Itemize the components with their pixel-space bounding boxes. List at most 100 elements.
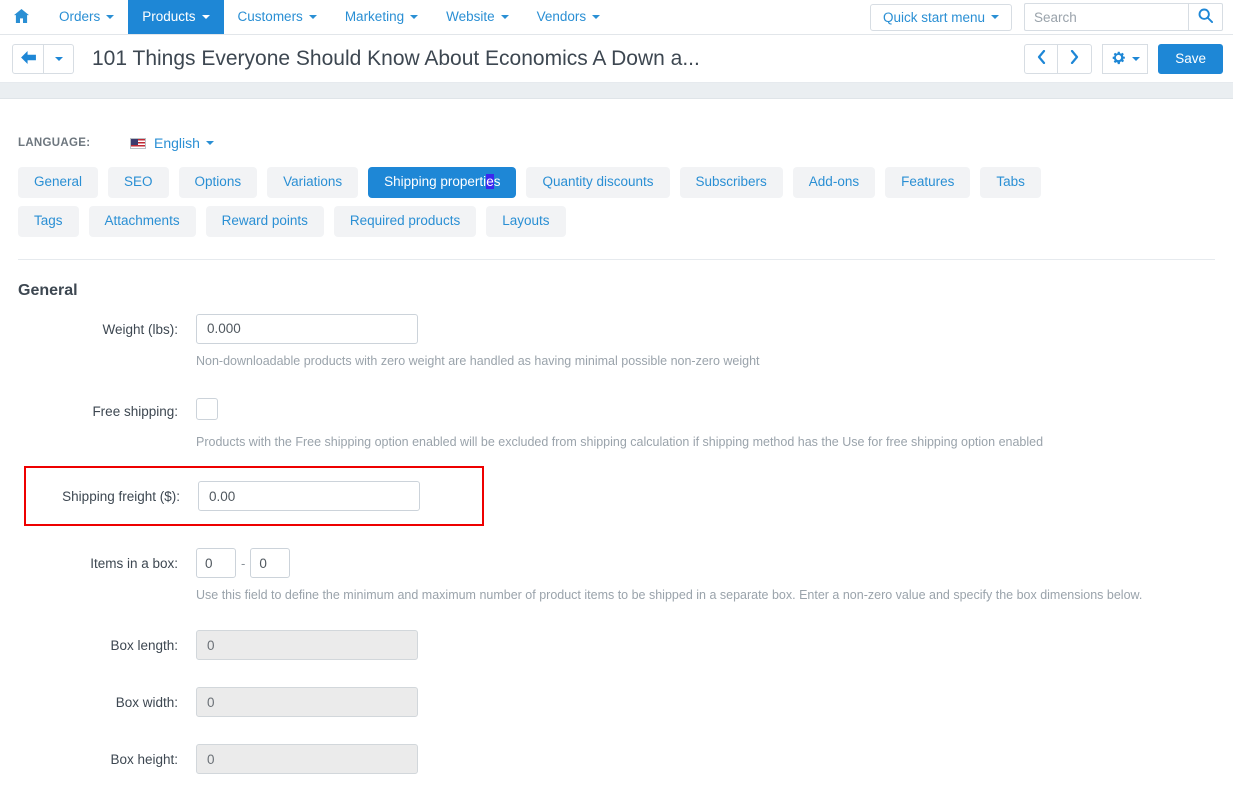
quick-start-menu-button[interactable]: Quick start menu xyxy=(869,3,1012,31)
row-spacer xyxy=(18,660,1215,687)
gear-icon xyxy=(1111,50,1126,68)
caret-down-icon xyxy=(410,15,419,19)
us-flag-icon xyxy=(130,137,146,149)
row-spacer xyxy=(18,603,1215,630)
box-length-label: Box length: xyxy=(110,638,178,654)
row-spacer xyxy=(18,369,1215,396)
settings-dropdown-button[interactable] xyxy=(1102,43,1149,74)
home-icon xyxy=(14,8,29,26)
tab-shipping-properties[interactable]: Shipping properties xyxy=(368,167,517,198)
next-item-button[interactable] xyxy=(1058,43,1093,74)
caret-down-icon xyxy=(54,56,63,61)
nav-item-website[interactable]: Website xyxy=(432,0,523,34)
section-title-general: General xyxy=(18,281,78,299)
items-in-a-box-max-input[interactable] xyxy=(250,548,291,579)
search-box xyxy=(1024,3,1223,31)
tab-seo[interactable]: SEO xyxy=(108,167,169,198)
text-selection-highlight: e xyxy=(486,174,494,189)
tab-tabs[interactable]: Tabs xyxy=(980,167,1041,198)
nav-label: Customers xyxy=(237,9,303,25)
box-width-label: Box width: xyxy=(115,695,178,711)
nav-item-products[interactable]: Products xyxy=(128,0,224,34)
row-spacer xyxy=(18,717,1215,744)
free-shipping-field-group: Products with the Free shipping option e… xyxy=(196,396,1215,450)
box-height-row: Box height: xyxy=(18,744,1215,775)
pagination-button-group xyxy=(1024,43,1093,74)
caret-down-icon xyxy=(1131,56,1140,61)
free-shipping-label: Free shipping: xyxy=(92,403,178,419)
home-nav-item[interactable] xyxy=(0,0,45,34)
title-bar-actions: Save xyxy=(1024,35,1223,82)
weight-label: Weight (lbs): xyxy=(102,321,178,337)
row-spacer xyxy=(18,450,1215,466)
items-in-a-box-field-group: - Use this field to define the minimum a… xyxy=(196,548,1215,603)
search-button[interactable] xyxy=(1188,3,1223,31)
box-length-field-group xyxy=(196,630,1215,661)
items-in-a-box-min-input[interactable] xyxy=(196,548,236,579)
top-nav-right: Quick start menu xyxy=(869,0,1223,34)
caret-down-icon xyxy=(592,15,601,19)
tab-required-products[interactable]: Required products xyxy=(333,205,477,237)
tab-add-ons[interactable]: Add-ons xyxy=(792,167,876,198)
weight-row: Weight (lbs): Non-downloadable products … xyxy=(18,313,1215,369)
language-selector-row: LANGUAGE: English xyxy=(18,99,1215,161)
tab-tags[interactable]: Tags xyxy=(18,205,79,237)
tab-reward-points[interactable]: Reward points xyxy=(205,205,324,237)
shipping-freight-highlight-box: Shipping freight ($): xyxy=(24,466,484,527)
product-tabs: General SEO Options Variations Shipping … xyxy=(18,167,1108,237)
previous-item-button[interactable] xyxy=(1024,43,1059,74)
box-width-row: Box width: xyxy=(18,687,1215,718)
free-shipping-help-text: Products with the Free shipping option e… xyxy=(196,434,1044,449)
tab-options[interactable]: Options xyxy=(178,167,258,198)
caret-down-icon xyxy=(308,15,317,19)
box-height-field-group xyxy=(196,744,1215,775)
caret-down-icon xyxy=(106,15,115,19)
row-spacer xyxy=(18,526,1215,548)
chevron-right-icon xyxy=(1070,49,1079,67)
nav-item-vendors[interactable]: Vendors xyxy=(523,0,615,34)
back-button[interactable] xyxy=(12,43,44,74)
items-in-a-box-row: Items in a box: - Use this field to defi… xyxy=(18,548,1215,603)
language-value: English xyxy=(154,135,200,151)
content-divider xyxy=(18,258,1215,260)
caret-down-icon xyxy=(991,15,999,19)
tab-features[interactable]: Features xyxy=(885,167,971,198)
weight-field-group: Non-downloadable products with zero weig… xyxy=(196,313,1215,369)
search-input[interactable] xyxy=(1024,3,1188,31)
nav-item-customers[interactable]: Customers xyxy=(224,0,331,34)
nav-item-orders[interactable]: Orders xyxy=(45,0,128,34)
items-in-a-box-label: Items in a box: xyxy=(90,556,178,572)
box-width-input[interactable] xyxy=(196,687,418,718)
tab-attachments[interactable]: Attachments xyxy=(88,205,196,237)
arrow-left-icon xyxy=(20,50,36,67)
nav-item-marketing[interactable]: Marketing xyxy=(331,0,432,34)
nav-label: Vendors xyxy=(536,9,587,25)
tab-quantity-discounts[interactable]: Quantity discounts xyxy=(526,167,670,198)
weight-input[interactable] xyxy=(196,313,418,344)
tab-label: Shipping properties xyxy=(384,174,501,189)
box-height-input[interactable] xyxy=(196,744,418,775)
nav-label: Products xyxy=(142,9,196,25)
language-label: LANGUAGE: xyxy=(18,137,91,149)
top-navigation-bar: Orders Products Customers Marketing Webs… xyxy=(0,0,1233,35)
shipping-properties-form: Weight (lbs): Non-downloadable products … xyxy=(18,313,1215,775)
chevron-left-icon xyxy=(1037,49,1046,67)
tab-layouts[interactable]: Layouts xyxy=(486,205,566,237)
free-shipping-checkbox[interactable] xyxy=(196,397,218,420)
box-length-input[interactable] xyxy=(196,630,418,661)
shipping-freight-input[interactable] xyxy=(198,481,420,512)
language-dropdown[interactable]: English xyxy=(154,135,214,151)
box-height-label: Box height: xyxy=(110,752,178,768)
items-in-a-box-help-text: Use this field to define the minimum and… xyxy=(196,588,1143,603)
back-button-group xyxy=(12,43,74,74)
tab-subscribers[interactable]: Subscribers xyxy=(679,167,783,198)
nav-label: Website xyxy=(446,9,495,25)
main-content: LANGUAGE: English General SEO Options Va… xyxy=(0,99,1233,775)
tab-variations[interactable]: Variations xyxy=(267,167,359,198)
nav-label: Orders xyxy=(59,9,101,25)
save-button[interactable]: Save xyxy=(1158,43,1223,74)
back-dropdown-button[interactable] xyxy=(44,43,74,74)
tab-general[interactable]: General xyxy=(18,167,99,198)
items-in-a-box-inputs: - xyxy=(196,548,1215,579)
nav-label: Marketing xyxy=(344,9,405,25)
